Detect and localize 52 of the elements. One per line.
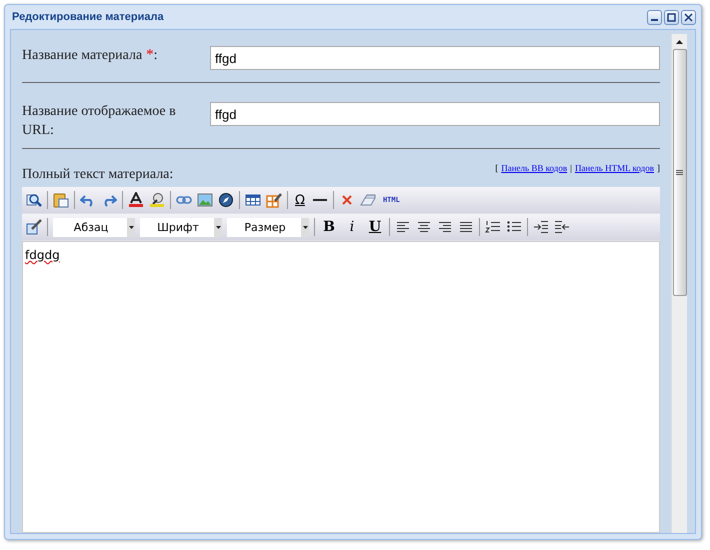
label-colon: : <box>154 47 158 65</box>
maximize-icon <box>667 12 676 22</box>
scrollbar[interactable] <box>671 34 687 533</box>
outdent-icon[interactable] <box>554 219 570 235</box>
eraser-icon[interactable] <box>360 192 376 208</box>
format-button[interactable]: i <box>343 219 361 235</box>
table-icon[interactable] <box>245 192 261 208</box>
link-divider: | <box>570 163 572 173</box>
field-label: Название отображаемое в URL: <box>22 103 177 140</box>
pencil-icon[interactable] <box>26 219 42 235</box>
bracket: ] <box>657 163 660 173</box>
close-button[interactable] <box>681 10 696 24</box>
dropdown[interactable]: Абзац <box>53 218 135 236</box>
dropdown[interactable]: Размер <box>227 218 309 236</box>
align-left-icon[interactable] <box>395 219 411 235</box>
align-right-icon[interactable] <box>437 219 453 235</box>
input-field[interactable]: ffgd <box>210 102 660 126</box>
field-label: Название материала <box>22 47 142 65</box>
editor-text: fdgdg <box>25 248 60 262</box>
caret-icon <box>302 226 308 228</box>
align-center-icon[interactable] <box>416 219 432 235</box>
panel-link[interactable]: Панель BB кодов <box>501 163 568 173</box>
text-editor-area[interactable]: fdgdg <box>22 241 660 533</box>
dropdown[interactable]: Шрифт <box>140 218 222 236</box>
numbered-list-icon[interactable] <box>485 219 501 235</box>
minimize-icon <box>651 18 658 20</box>
maximize-button[interactable] <box>664 10 679 24</box>
required-mark: * <box>146 46 154 65</box>
grip-icon <box>676 170 683 176</box>
compass-icon[interactable] <box>218 192 234 208</box>
close-icon <box>684 12 693 22</box>
editor-label: Полный текст материала: <box>22 167 174 183</box>
indent-icon[interactable] <box>533 219 549 235</box>
align-justify-icon[interactable] <box>458 219 474 235</box>
minimize-button[interactable] <box>647 10 662 24</box>
format-button[interactable]: B <box>320 219 338 235</box>
magnifier-icon[interactable] <box>26 192 42 208</box>
text-color-icon[interactable] <box>128 192 144 208</box>
caret-icon <box>216 226 220 228</box>
scroll-thumb[interactable] <box>672 49 686 296</box>
highlighter-icon[interactable] <box>149 192 165 208</box>
input-field[interactable]: ffgd <box>210 46 660 70</box>
table-edit-icon[interactable] <box>266 192 282 208</box>
format-button[interactable]: U <box>366 219 384 235</box>
image-icon[interactable] <box>197 192 213 208</box>
window-title: Редоктирование материала <box>12 11 164 23</box>
bracket: [ <box>495 163 498 173</box>
caret-icon <box>128 226 134 228</box>
clipboard-icon[interactable] <box>53 192 69 208</box>
scroll-up-icon[interactable] <box>676 40 683 44</box>
special-character-button[interactable]: Ω <box>293 192 307 208</box>
panel-link[interactable]: Панель HTML кодов <box>574 163 654 173</box>
